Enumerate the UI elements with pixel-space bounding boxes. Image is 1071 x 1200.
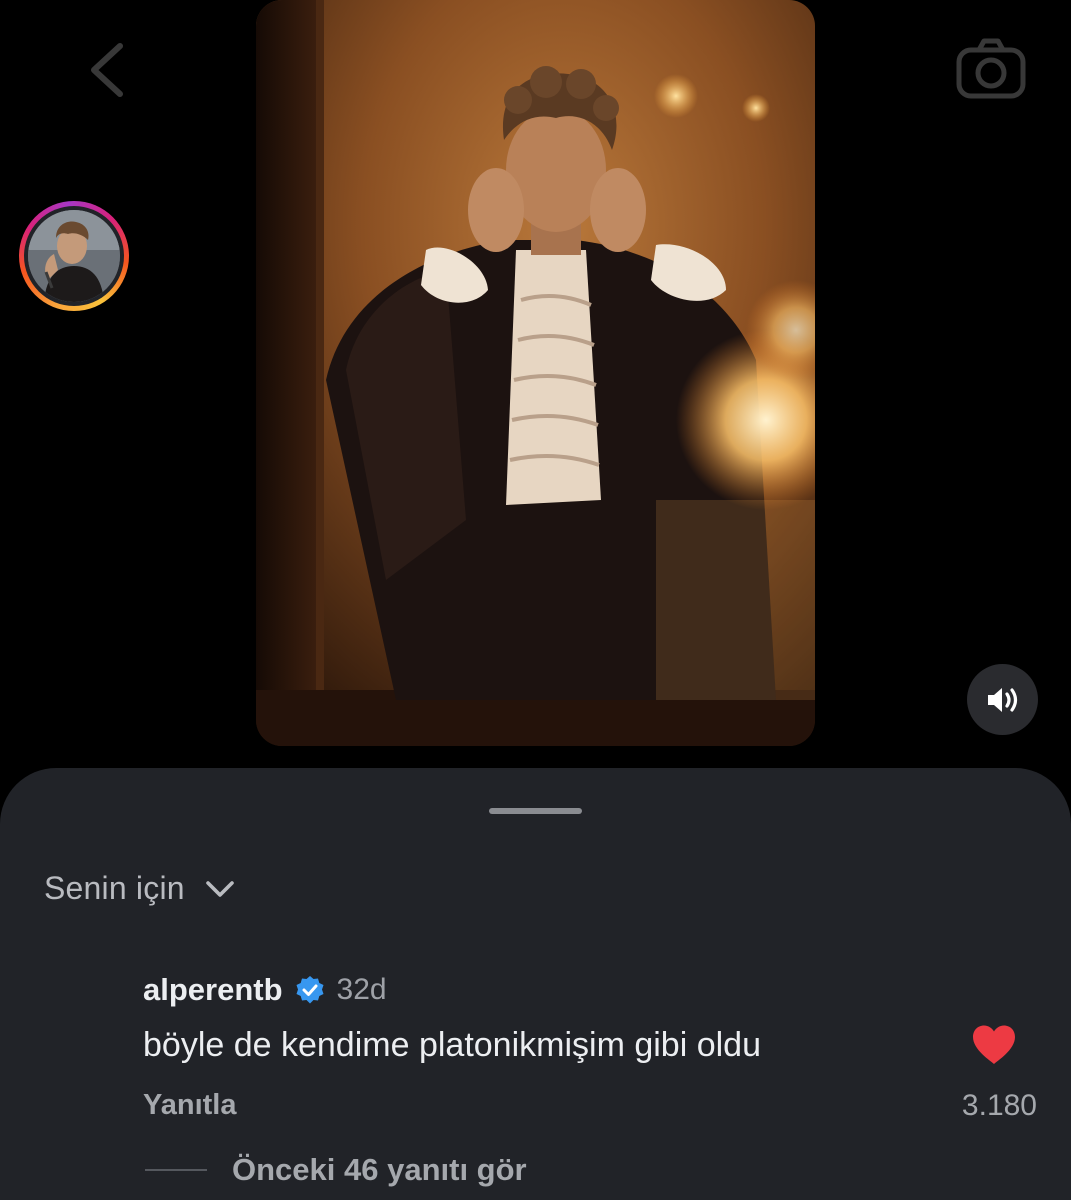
comment-username[interactable]: alperentb bbox=[143, 972, 283, 1008]
speaker-icon bbox=[987, 687, 1017, 712]
avatar-story-ring[interactable] bbox=[19, 201, 129, 311]
avatar-ring-gap bbox=[24, 206, 124, 306]
heart-icon[interactable] bbox=[971, 1024, 1017, 1066]
chevron-down-icon bbox=[205, 880, 234, 897]
video-player[interactable] bbox=[256, 0, 815, 746]
avatar bbox=[28, 210, 120, 302]
comment-filter-dropdown[interactable]: Senin için bbox=[44, 870, 235, 907]
video-frame bbox=[256, 0, 815, 746]
camera-icon[interactable] bbox=[955, 36, 1027, 100]
avatar-image bbox=[28, 210, 120, 302]
comment-filter-label: Senin için bbox=[44, 870, 185, 906]
view-replies-link[interactable]: Önceki 46 yanıtı gör bbox=[232, 1152, 527, 1188]
verified-badge-icon bbox=[296, 976, 324, 1004]
comment-header: alperentb 32d bbox=[143, 972, 387, 1008]
reply-button[interactable]: Yanıtla bbox=[143, 1089, 237, 1122]
like-count: 3.180 bbox=[961, 1089, 1037, 1122]
comment-text: böyle de kendime platonikmişim gibi oldu bbox=[143, 1026, 761, 1064]
comment-timestamp: 32d bbox=[336, 973, 387, 1006]
sheet-grabber[interactable] bbox=[489, 808, 582, 814]
chevron-left-icon[interactable] bbox=[82, 40, 132, 100]
screen: Senin için alperentb 32d böyle de kendim… bbox=[0, 0, 1071, 1200]
replies-divider bbox=[145, 1169, 207, 1171]
sound-toggle-button[interactable] bbox=[967, 664, 1038, 735]
